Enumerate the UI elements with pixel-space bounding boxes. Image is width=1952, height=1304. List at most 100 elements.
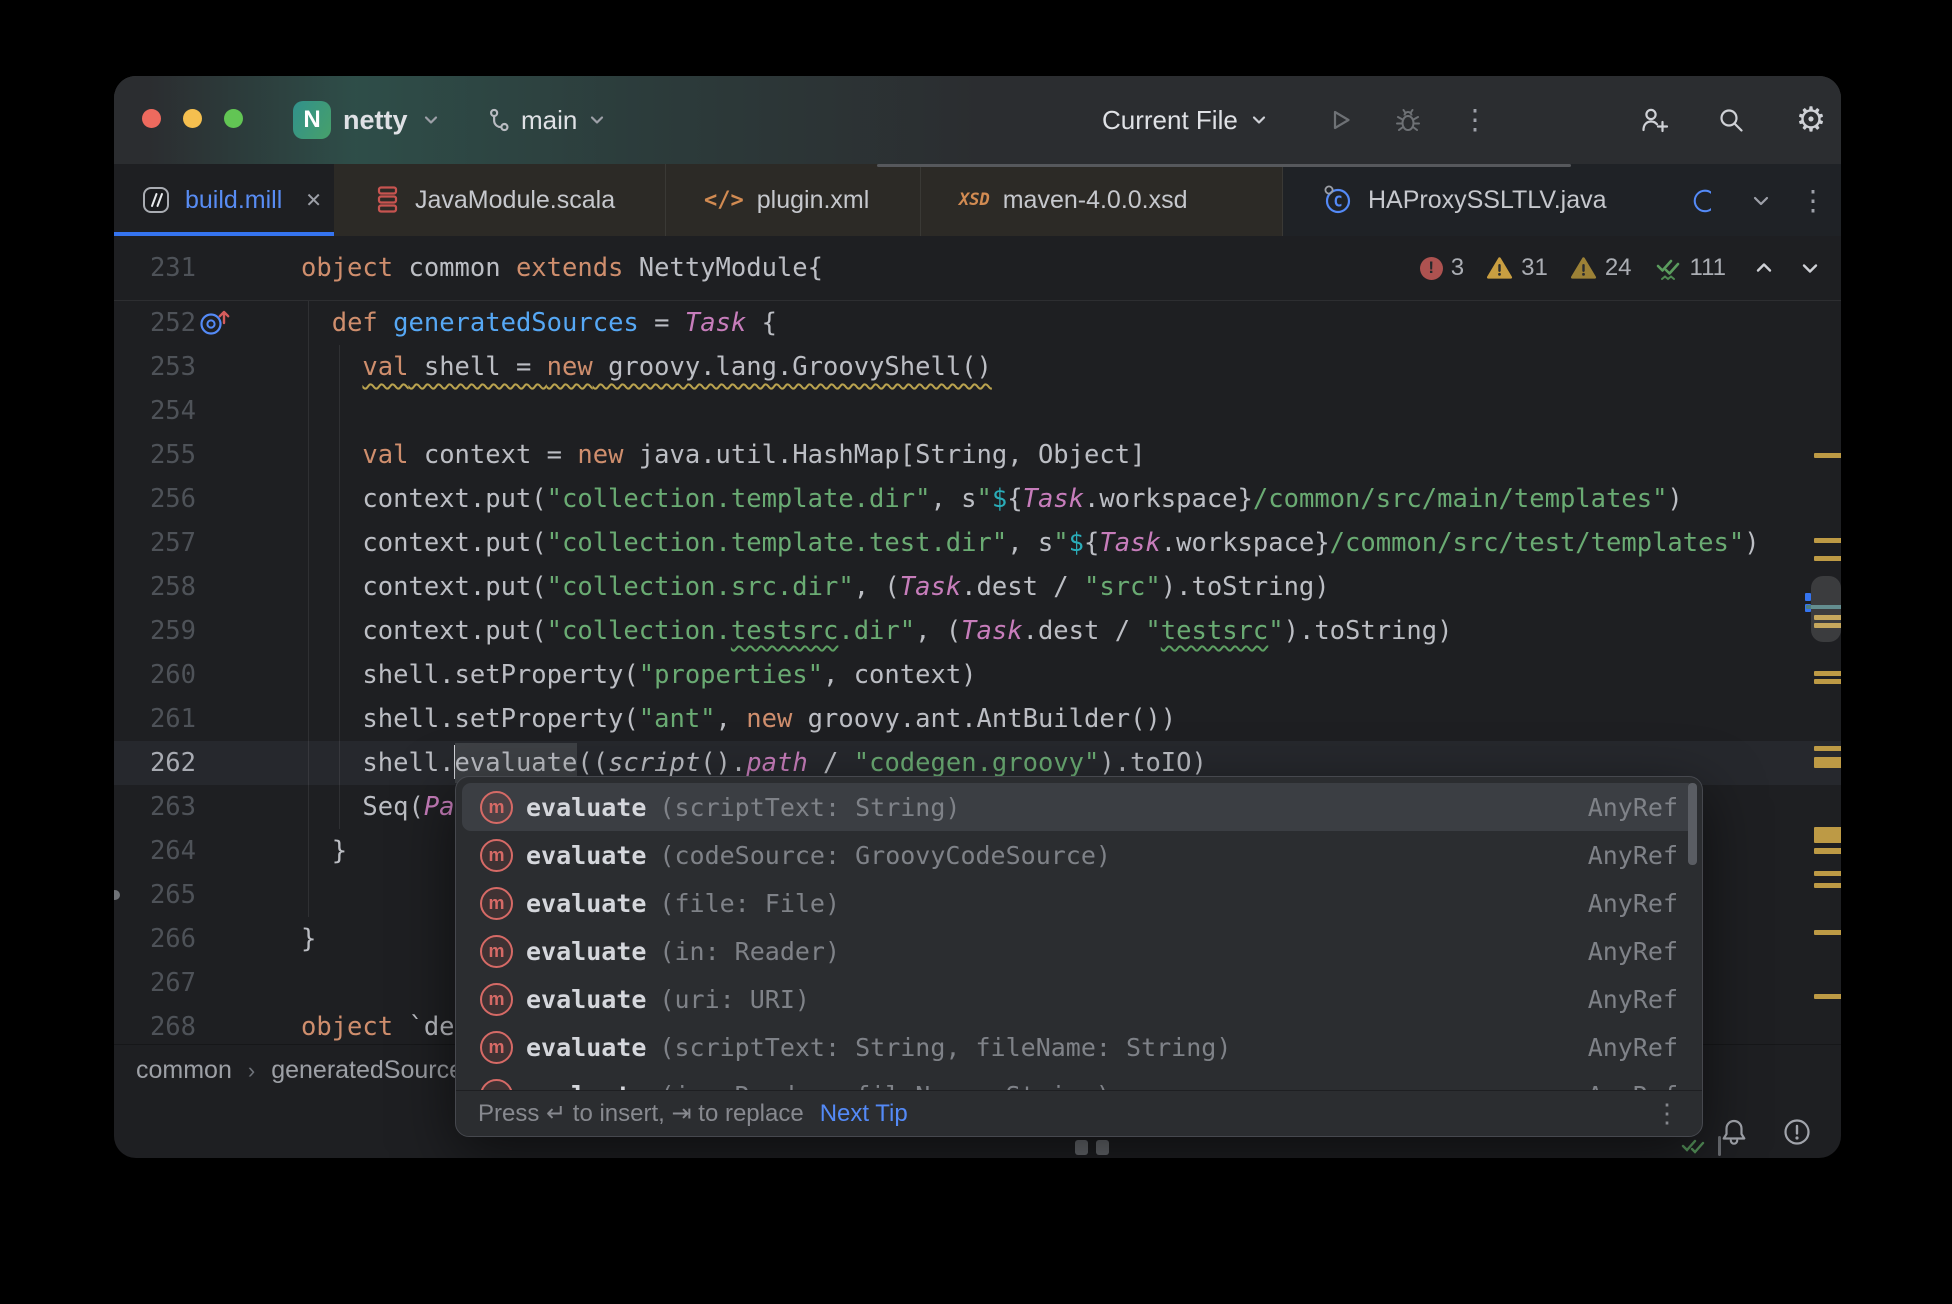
completion-name: evaluate [526, 841, 646, 870]
completion-footer: Press ↵ to insert, ⇥ to replace Next Tip… [456, 1090, 1702, 1136]
completion-item[interactable]: mevaluate(codeSource: GroovyCodeSource)A… [462, 831, 1696, 879]
warnings-badge[interactable]: 31 [1486, 254, 1548, 282]
stripe-marker[interactable] [1814, 453, 1841, 458]
run-button[interactable] [1324, 104, 1356, 136]
code-line-257[interactable]: 257 context.put("collection.template.tes… [114, 521, 1841, 565]
editor-scrollbar-thumb[interactable] [1811, 576, 1841, 642]
stripe-marker[interactable] [1814, 883, 1841, 888]
completion-item[interactable]: mevaluate(in: Reader)AnyRef [462, 927, 1696, 975]
git-branch-icon [486, 107, 512, 133]
code-with-me-button[interactable] [1638, 104, 1670, 136]
completion-item[interactable]: mevaluate(scriptText: String)AnyRef [462, 783, 1696, 831]
weak-warnings-count: 24 [1605, 254, 1632, 282]
breadcrumb-item-common[interactable]: common [136, 1056, 232, 1085]
zoom-window-button[interactable] [224, 109, 243, 128]
completion-item[interactable]: mevaluate(uri: URI)AnyRef [462, 975, 1696, 1023]
previous-problem-button[interactable] [1752, 256, 1776, 280]
completion-hint: Press ↵ to insert, ⇥ to replace [478, 1099, 804, 1128]
tab-maven-4.0.0.xsd[interactable]: XSDmaven-4.0.0.xsd [921, 164, 1283, 236]
stripe-marker[interactable] [1814, 671, 1841, 676]
tab-JavaModule.scala[interactable]: JavaModule.scala [334, 164, 666, 236]
tab-label: plugin.xml [757, 186, 870, 215]
stripe-marker[interactable] [1814, 746, 1841, 751]
screen: N netty main Current File [0, 0, 1952, 1304]
notifications-button[interactable] [1718, 1116, 1750, 1148]
code-line-260[interactable]: 260 shell.setProperty("properties", cont… [114, 653, 1841, 697]
passed-checks-badge[interactable]: 111 [1654, 254, 1726, 282]
code-text [301, 389, 1841, 433]
code-line-259[interactable]: 259 context.put("collection.testsrc.dir"… [114, 609, 1841, 653]
line-number: 258 [114, 565, 196, 609]
tab-label: maven-4.0.0.xsd [1003, 186, 1188, 215]
more-actions-button[interactable]: ⋮ [1462, 104, 1488, 136]
code-line-253[interactable]: 253 val shell = new groovy.lang.GroovySh… [114, 345, 1841, 389]
tab-build.mill[interactable]: build.mill✕ [114, 164, 334, 236]
project-widget[interactable]: N netty [293, 76, 442, 164]
code-line-255[interactable]: 255 val context = new java.util.HashMap[… [114, 433, 1841, 477]
errors-badge[interactable]: ! 3 [1420, 254, 1464, 282]
next-problem-button[interactable] [1798, 256, 1822, 280]
show-hidden-tabs-button[interactable] [1746, 186, 1776, 216]
code-line-254[interactable]: 254 [114, 389, 1841, 433]
stripe-marker[interactable] [1814, 556, 1841, 561]
project-icon: N [293, 101, 331, 139]
fatal-error-button[interactable] [1782, 1117, 1812, 1147]
stripe-marker[interactable] [1814, 538, 1841, 543]
close-tab-icon[interactable]: ✕ [305, 188, 322, 213]
close-window-button[interactable] [142, 109, 161, 128]
checks-ok-icon [1654, 254, 1682, 282]
stripe-marker[interactable] [1814, 827, 1841, 843]
stripe-marker[interactable] [1814, 679, 1841, 684]
code-line-252[interactable]: 252 def generatedSources = Task { [114, 301, 1841, 345]
run-configuration-selector[interactable]: Current File [1102, 76, 1270, 164]
stripe-marker[interactable] [1814, 994, 1841, 999]
completion-name: evaluate [526, 889, 646, 918]
tab-group-dark-zone: ⋮ CHAProxySSLTLV.java [1283, 164, 1841, 236]
popup-scrollbar[interactable] [1688, 783, 1697, 865]
titlebar: N netty main Current File [114, 76, 1841, 164]
code-line-258[interactable]: 258 context.put("collection.src.dir", (T… [114, 565, 1841, 609]
code-text: val shell = new groovy.lang.GroovyShell(… [301, 345, 1841, 389]
tab-scrollbar[interactable] [877, 164, 1571, 167]
line-number: 261 [114, 697, 196, 741]
branch-widget[interactable]: main [486, 76, 608, 164]
tab-plugin.xml[interactable]: </>plugin.xml [666, 164, 921, 236]
next-tip-link[interactable]: Next Tip [820, 1100, 908, 1128]
status-peek [1096, 1140, 1109, 1155]
tab-options-button[interactable]: ⋮ [1798, 186, 1828, 216]
completion-params: (file: File) [659, 889, 840, 918]
search-everywhere-button[interactable] [1715, 104, 1747, 136]
line-number: 253 [114, 345, 196, 389]
weak-warnings-badge[interactable]: 24 [1570, 254, 1632, 282]
override-gutter-icon[interactable] [198, 306, 232, 340]
method-icon: m [480, 791, 513, 824]
stripe-marker[interactable] [1814, 757, 1841, 768]
java-class-icon [1691, 186, 1711, 214]
tab-label: JavaModule.scala [415, 186, 615, 215]
completion-name: evaluate [526, 793, 646, 822]
inspection-widget[interactable]: ! 3 31 [1420, 236, 1822, 300]
completion-params: (uri: URI) [659, 985, 810, 1014]
tab-partial[interactable] [1691, 186, 1711, 216]
code-line-256[interactable]: 256 context.put("collection.template.dir… [114, 477, 1841, 521]
line-number: 267 [114, 961, 196, 1005]
completion-item[interactable]: mevaluate(in: Reader, fileName: String)A… [462, 1071, 1696, 1091]
completion-params: (scriptText: String) [659, 793, 960, 822]
settings-button[interactable]: ⚙ [1795, 104, 1827, 136]
method-icon: m [480, 839, 513, 872]
chevron-down-icon [1248, 109, 1270, 131]
tab-label: HAProxySSLTLV.java [1368, 186, 1607, 215]
stripe-marker[interactable] [1814, 848, 1841, 854]
debug-button[interactable] [1392, 104, 1424, 136]
line-number: 266 [114, 917, 196, 961]
stripe-marker[interactable] [1814, 871, 1841, 876]
code-line-261[interactable]: 261 shell.setProperty("ant", new groovy.… [114, 697, 1841, 741]
kebab-icon: ⋮ [1799, 187, 1827, 215]
kebab-icon[interactable]: ⋮ [1654, 1098, 1680, 1129]
completion-item[interactable]: mevaluate(file: File)AnyRef [462, 879, 1696, 927]
stripe-marker[interactable] [1814, 930, 1841, 935]
breadcrumb-item-generatedSources[interactable]: generatedSources [271, 1056, 475, 1085]
tab-HAProxySSLTLV.java[interactable]: CHAProxySSLTLV.java [1283, 164, 1683, 236]
completion-item[interactable]: mevaluate(scriptText: String, fileName: … [462, 1023, 1696, 1071]
minimize-window-button[interactable] [183, 109, 202, 128]
